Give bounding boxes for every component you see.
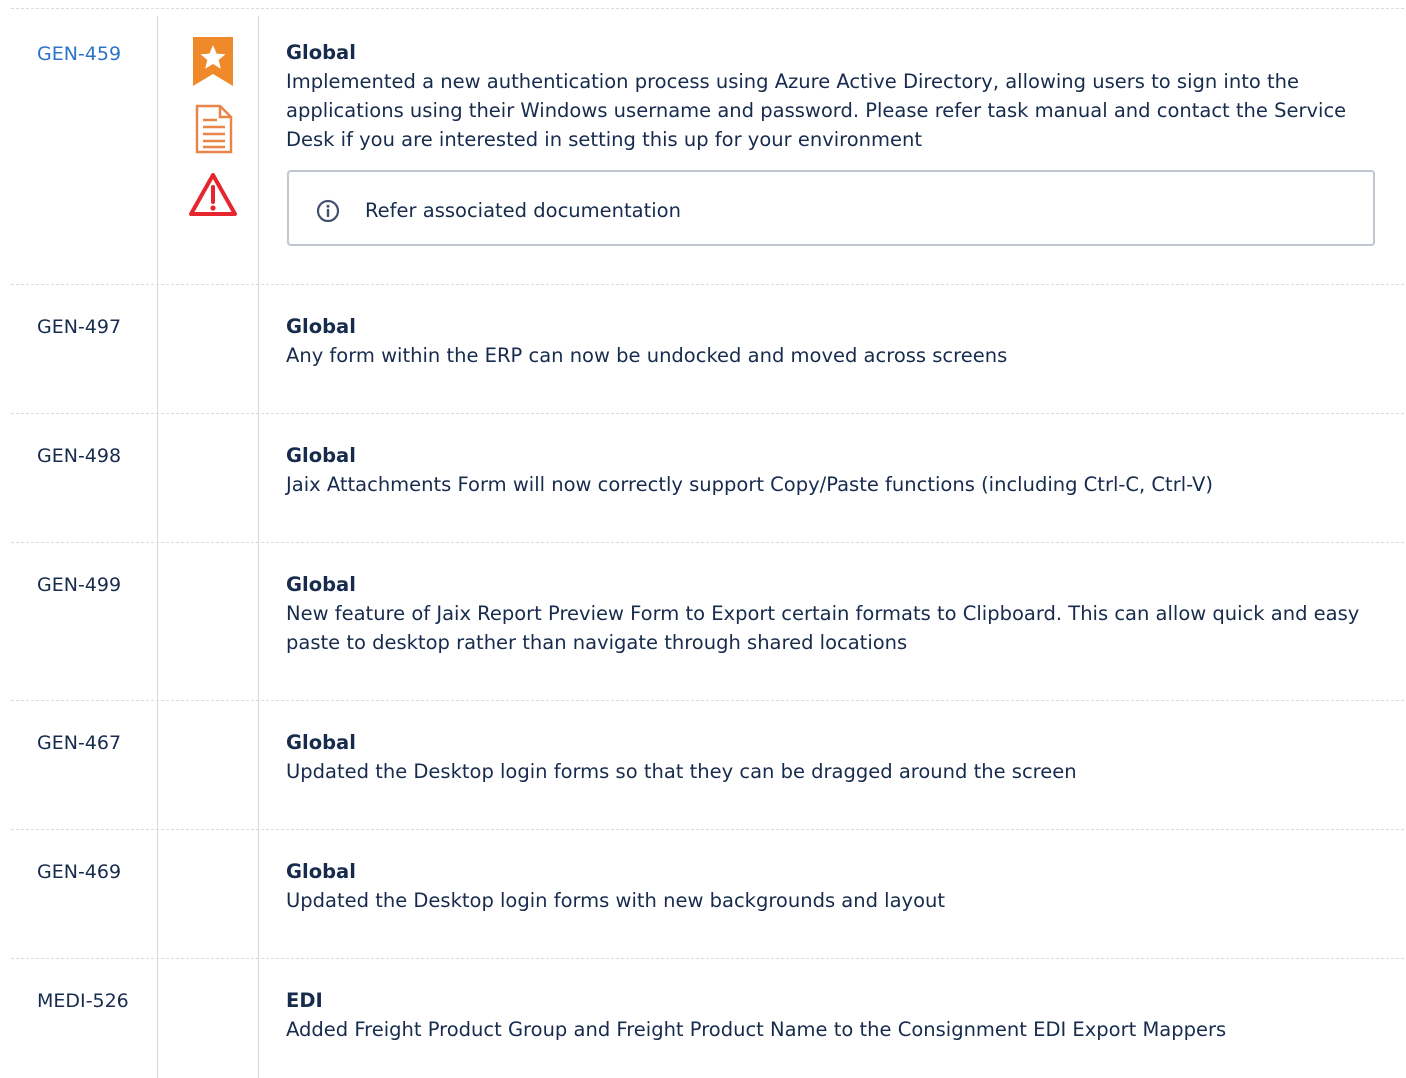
issue-key: MEDI-526	[37, 990, 129, 1012]
warning-icon	[188, 172, 238, 222]
change-description: Global Any form within the ERP can now b…	[286, 312, 1393, 370]
change-description: Global Jaix Attachments Form will now co…	[286, 441, 1393, 499]
issue-key: GEN-497	[37, 316, 122, 338]
category-label: Global	[286, 731, 356, 754]
category-label: Global	[286, 315, 356, 338]
change-description: Global Updated the Desktop login forms s…	[286, 728, 1393, 786]
description-text: Updated the Desktop login forms so that …	[286, 760, 1077, 783]
issue-key: GEN-469	[37, 861, 122, 883]
description-text: Any form within the ERP can now be undoc…	[286, 344, 1008, 367]
document-icon	[195, 104, 233, 158]
info-panel: Refer associated documentation	[287, 170, 1375, 246]
category-label: EDI	[286, 989, 323, 1012]
table-row: GEN-497 Global Any form within the ERP c…	[11, 284, 1406, 413]
change-description: EDI Added Freight Product Group and Frei…	[286, 986, 1393, 1044]
info-icon	[316, 199, 340, 227]
change-description: Global Updated the Desktop login forms w…	[286, 857, 1393, 915]
description-text: Updated the Desktop login forms with new…	[286, 889, 946, 912]
table-row: GEN-499 Global New feature of Jaix Repor…	[11, 542, 1406, 700]
table-row: GEN-469 Global Updated the Desktop login…	[11, 829, 1406, 958]
table-row: GEN-498 Global Jaix Attachments Form wil…	[11, 413, 1406, 542]
table-row: MEDI-526 EDI Added Freight Product Group…	[11, 958, 1406, 1078]
category-label: Global	[286, 860, 356, 883]
category-label: Global	[286, 444, 356, 467]
issue-key: GEN-467	[37, 732, 122, 754]
table-row: GEN-467 Global Updated the Desktop login…	[11, 700, 1406, 829]
column-divider	[157, 16, 158, 1078]
change-description: Global New feature of Jaix Report Previe…	[286, 570, 1393, 657]
release-notes-table: GEN-459 Global Implemented a new authent…	[11, 8, 1406, 1078]
info-text: Refer associated documentation	[365, 199, 681, 222]
description-text: New feature of Jaix Report Preview Form …	[286, 602, 1360, 654]
issue-key: GEN-499	[37, 574, 122, 596]
description-text: Added Freight Product Group and Freight …	[286, 1018, 1227, 1041]
column-divider	[258, 16, 259, 1078]
star-bookmark-icon	[193, 37, 233, 90]
description-text: Implemented a new authentication process…	[286, 70, 1347, 151]
table-row: GEN-459 Global Implemented a new authent…	[11, 8, 1406, 284]
description-text: Jaix Attachments Form will now correctly…	[286, 473, 1213, 496]
issue-key: GEN-498	[37, 445, 122, 467]
category-label: Global	[286, 573, 356, 596]
change-description: Global Implemented a new authentication …	[286, 38, 1393, 154]
category-label: Global	[286, 41, 356, 64]
issue-key-link[interactable]: GEN-459	[37, 40, 133, 69]
